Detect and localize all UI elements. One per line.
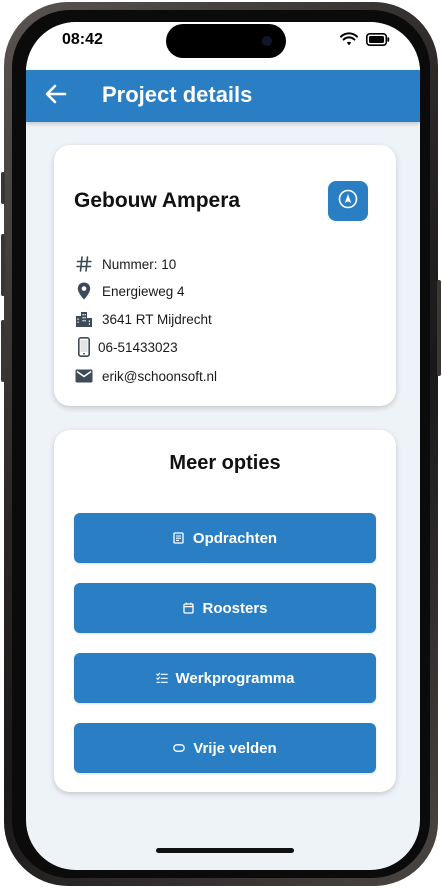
action-button (1, 172, 5, 204)
location-pin-icon (74, 281, 94, 301)
vrije-velden-label: Vrije velden (193, 739, 277, 757)
battery-icon (366, 32, 390, 51)
project-card: Gebouw Ampera Nummer: 10 Energieweg 4 36… (54, 145, 396, 406)
volume-down-button (1, 320, 5, 382)
phone-icon (74, 337, 94, 357)
phone-frame: 08:42 Project details Gebouw Ampera Numm… (1, 2, 441, 886)
volume-up-button (1, 234, 5, 296)
screen: 08:42 Project details Gebouw Ampera Numm… (26, 22, 420, 870)
more-options-title: Meer opties (169, 452, 281, 474)
tag-icon (173, 742, 186, 754)
calendar-icon (182, 602, 194, 614)
opdrachten-label: Opdrachten (192, 529, 278, 547)
arrow-left-icon (45, 84, 67, 109)
project-city: 3641 RT Mijdrecht (102, 311, 212, 327)
project-number: Nummer: 10 (102, 256, 177, 272)
werkprogramma-label: Werkprogramma (175, 669, 295, 687)
power-button (437, 280, 441, 376)
hash-icon (74, 254, 94, 274)
info-row-phone[interactable]: 06-51433023 (74, 336, 178, 358)
more-options-card: Meer opties Opdrachten Roosters Werkprog… (54, 430, 396, 792)
home-indicator (156, 848, 294, 853)
vrije-velden-button[interactable]: Vrije velden (74, 723, 376, 773)
info-row-address: Energieweg 4 (74, 280, 185, 302)
roosters-label: Roosters (202, 599, 268, 617)
opdrachten-button[interactable]: Opdrachten (74, 513, 376, 563)
info-row-number: Nummer: 10 (74, 253, 176, 275)
navigate-button[interactable] (328, 181, 368, 221)
info-row-city: 3641 RT Mijdrecht (74, 308, 212, 330)
email-icon (74, 366, 94, 386)
project-name: Gebouw Ampera (74, 189, 241, 212)
project-address: Energieweg 4 (102, 283, 185, 299)
status-bar: 08:42 (26, 22, 420, 70)
navigation-icon (338, 189, 358, 214)
app-bar: Project details (26, 70, 420, 122)
info-row-email[interactable]: erik@schoonsoft.nl (74, 365, 217, 387)
page-title: Project details (102, 82, 253, 107)
status-icons (340, 32, 390, 51)
project-phone: 06-51433023 (98, 339, 178, 355)
checklist-icon (155, 672, 168, 684)
clipboard-icon (173, 532, 185, 544)
roosters-button[interactable]: Roosters (74, 583, 376, 633)
back-button[interactable] (42, 82, 70, 110)
city-icon (74, 309, 94, 329)
project-email: erik@schoonsoft.nl (102, 368, 218, 384)
status-time: 08:42 (62, 31, 103, 48)
wifi-icon (340, 32, 358, 51)
front-camera (262, 36, 272, 46)
werkprogramma-button[interactable]: Werkprogramma (74, 653, 376, 703)
dynamic-island (166, 24, 286, 58)
